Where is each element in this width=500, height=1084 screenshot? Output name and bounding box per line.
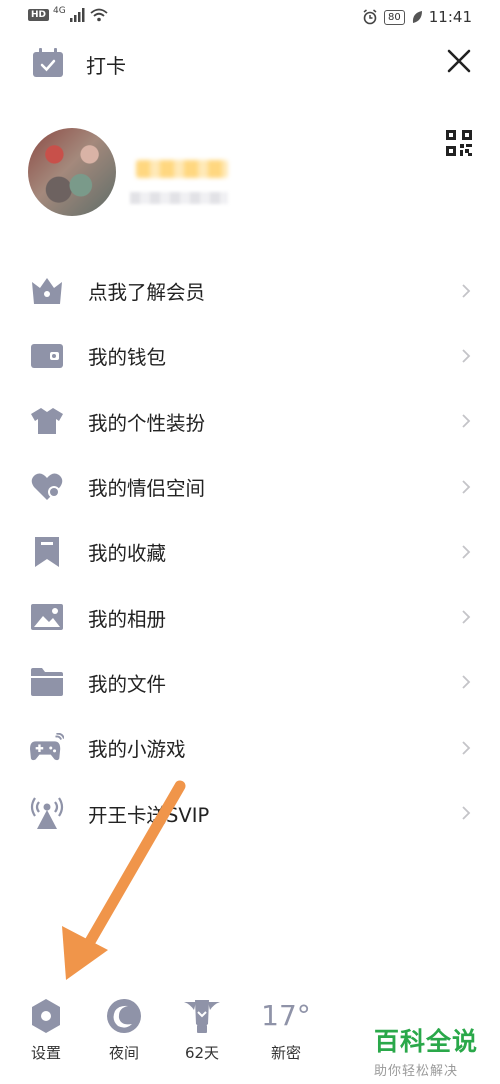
menu-item-label: 我的情侣空间 [88, 477, 206, 501]
settings-label: 设置 [30, 1044, 61, 1062]
chevron-right-icon [462, 545, 471, 559]
gamepad-icon [30, 731, 64, 765]
settings-button[interactable]: 设置 [10, 996, 82, 1063]
chevron-right-icon [462, 610, 471, 624]
chevron-right-icon [462, 741, 471, 755]
calendar-check-icon[interactable] [32, 48, 64, 78]
nickname-blurred[interactable] [136, 160, 228, 178]
checkin-label[interactable]: 打卡 [86, 50, 126, 79]
network-type: 4G [53, 6, 66, 16]
menu-item-king-card[interactable]: 开王卡送SVIP [0, 780, 500, 845]
menu-item-favorites[interactable]: 我的收藏 [0, 519, 500, 584]
menu-item-wallet[interactable]: 我的钱包 [0, 323, 500, 388]
clock: 11:41 [428, 8, 472, 26]
menu-item-label: 我的文件 [88, 672, 167, 696]
moon-icon [104, 996, 144, 1036]
menu-item-label: 点我了解会员 [88, 281, 206, 305]
photo-icon [30, 600, 64, 634]
chevron-right-icon [462, 806, 471, 820]
chevron-right-icon [462, 479, 471, 494]
antenna-icon [30, 796, 64, 830]
checkin-days-button[interactable]: 62天 [166, 996, 238, 1063]
leaf-icon [412, 11, 422, 23]
account-info-blurred [130, 192, 228, 204]
weather-city-label: 新密 [270, 1044, 301, 1062]
chevron-right-icon [462, 349, 471, 363]
watermark-title: 百科全说 [374, 1027, 479, 1056]
profile-section [0, 120, 500, 230]
menu-item-label: 我的钱包 [88, 346, 167, 370]
gear-icon [26, 996, 66, 1036]
crown-icon [30, 274, 64, 308]
weather-button[interactable]: 17° 新密 [250, 996, 322, 1063]
chevron-right-icon [462, 414, 471, 428]
menu-item-mini-games[interactable]: 我的小游戏 [0, 715, 500, 780]
menu-item-couple-space[interactable]: 我的情侣空间 [0, 454, 500, 519]
menu-item-files[interactable]: 我的文件 [0, 650, 500, 715]
menu-item-label: 我的小游戏 [88, 738, 186, 762]
heart-icon [30, 470, 64, 504]
watermark: 百科全说 助你轻松解决 [374, 1022, 494, 1079]
menu-item-vip[interactable]: 点我了解会员 [0, 258, 500, 323]
watermark-subtitle: 助你轻松解决 [374, 1064, 459, 1079]
night-label: 夜间 [108, 1044, 139, 1062]
menu-item-label: 我的收藏 [88, 542, 167, 566]
menu-item-label: 我的个性装扮 [88, 411, 206, 435]
status-bar: HD 4G 80 11:41 [0, 0, 500, 36]
menu-item-label: 开王卡送SVIP [88, 803, 210, 827]
chevron-right-icon [462, 675, 471, 690]
shirt-icon [30, 404, 64, 438]
menu-item-personalize[interactable]: 我的个性装扮 [0, 389, 500, 454]
menu-item-label: 我的相册 [88, 607, 167, 631]
bookmark-icon [30, 535, 64, 569]
alarm-icon [363, 9, 377, 25]
battery-indicator: 80 [384, 9, 405, 25]
wallet-icon [30, 339, 64, 373]
days-label: 62天 [184, 1044, 220, 1062]
drawer-menu: 点我了解会员 我的钱包 我的个性装扮 我的情侣空间 我的收藏 我的相册 我的文件… [0, 258, 500, 846]
folder-icon [30, 665, 64, 699]
trophy-icon [182, 996, 222, 1036]
drawer-header: 打卡 [0, 40, 500, 84]
night-mode-button[interactable]: 夜间 [88, 996, 160, 1063]
signal-icon [69, 8, 85, 22]
weather-temperature: 17° [261, 999, 311, 1032]
qr-code-icon[interactable] [446, 130, 472, 156]
close-icon[interactable] [444, 46, 474, 76]
hd-badge: HD [28, 9, 50, 21]
menu-item-album[interactable]: 我的相册 [0, 584, 500, 649]
wifi-icon [90, 8, 108, 22]
avatar[interactable] [28, 128, 116, 216]
chevron-right-icon [462, 284, 471, 298]
